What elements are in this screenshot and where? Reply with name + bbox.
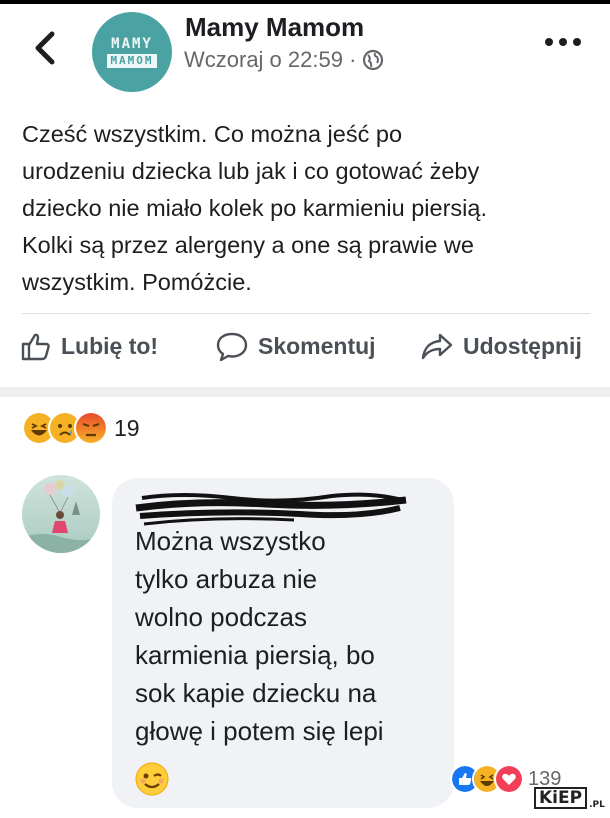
- comment-label: Skomentuj: [258, 332, 376, 359]
- more-horizontal-icon[interactable]: [545, 38, 581, 52]
- comment-text: Można wszystko tylko arbuza nie wolno po…: [135, 526, 384, 746]
- post-meta: Wczoraj o 22:59 ·: [184, 47, 384, 73]
- post-timestamp[interactable]: Wczoraj o 22:59 ·: [184, 47, 356, 73]
- comment-icon: [216, 332, 248, 362]
- page-avatar-line2: MAMOM: [107, 54, 157, 68]
- more-dot: [573, 38, 581, 46]
- watermark-brand: KiEP: [534, 787, 588, 809]
- more-dot: [559, 38, 567, 46]
- more-dot: [545, 38, 553, 46]
- reactions-summary[interactable]: 19: [22, 410, 140, 446]
- share-icon: [421, 333, 453, 360]
- page-name[interactable]: Mamy Mamom: [185, 12, 364, 43]
- angry-icon: [74, 411, 108, 445]
- section-divider: [0, 387, 610, 397]
- share-label: Udostępnij: [463, 332, 582, 359]
- globe-icon: [363, 49, 384, 71]
- commenter-avatar[interactable]: [22, 475, 100, 553]
- thumbs-up-icon: [21, 333, 50, 361]
- status-bar-edge: [0, 0, 610, 4]
- share-button[interactable]: Udostępnij: [420, 330, 582, 362]
- post-text: Cześć wszystkim. Co można jeść po urodze…: [22, 121, 487, 295]
- watermark-suffix: .PL: [589, 800, 605, 810]
- like-label: Lubię to!: [61, 332, 159, 359]
- page-avatar-line1: MAMY: [111, 36, 153, 52]
- divider: [22, 313, 590, 314]
- wink-icon: [135, 762, 169, 796]
- reaction-count: 19: [114, 414, 140, 441]
- watermark: KiEP .PL: [534, 786, 605, 810]
- chevron-left-icon[interactable]: [30, 30, 60, 66]
- like-button[interactable]: Lubię to!: [20, 330, 158, 362]
- page-avatar[interactable]: MAMY MAMOM: [92, 12, 172, 92]
- post-actions: Lubię to! Skomentuj Udostępnij: [20, 330, 610, 370]
- love-icon: [494, 764, 524, 794]
- comment-button[interactable]: Skomentuj: [215, 330, 376, 362]
